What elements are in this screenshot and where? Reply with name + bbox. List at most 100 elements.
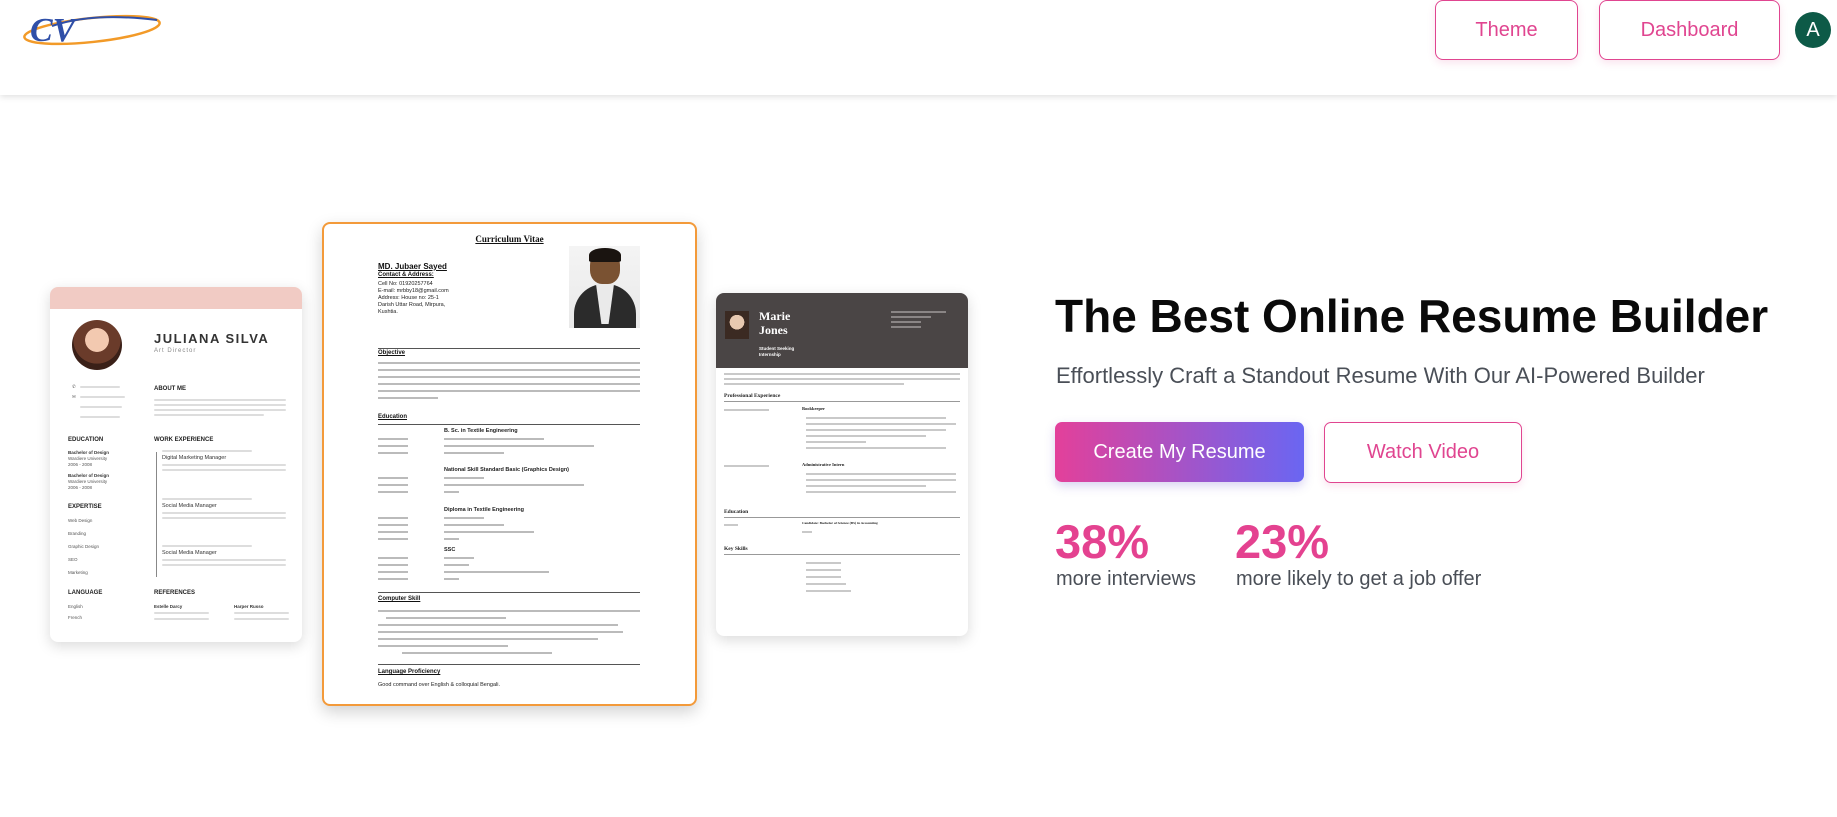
job-title: Social Media Manager (162, 550, 217, 556)
language-item: French (68, 615, 83, 620)
edu-years: 2006 - 2008 (68, 462, 93, 467)
cv-contact-heading: Contact & Address: (378, 272, 434, 278)
job-desc (162, 464, 286, 466)
job-desc (162, 517, 286, 519)
job-title: Social Media Manager (162, 503, 217, 509)
experience-heading: Professional Experience (724, 393, 781, 399)
expertise-item: SEO (68, 557, 78, 562)
objective-text (378, 369, 640, 371)
about-text (154, 399, 286, 401)
expertise-item: Branding (68, 531, 87, 536)
resume-name: JULIANA SILVA (154, 331, 270, 346)
edu-value (444, 571, 549, 573)
language-item: English (68, 604, 83, 609)
cv-title: Curriculum Vitae (475, 234, 544, 244)
edu-value (444, 452, 504, 454)
divider (724, 554, 960, 555)
job-desc (162, 559, 286, 561)
cv-edu-title: SSC (444, 547, 456, 553)
edu-label (378, 564, 408, 566)
skill-line (378, 631, 623, 633)
resume-header-band (716, 293, 968, 368)
about-text (154, 414, 264, 416)
edu-value (444, 538, 459, 540)
skill-item (806, 583, 846, 585)
divider (724, 517, 960, 518)
divider (378, 592, 640, 593)
cv-name: MD. Jubaer Sayed (378, 262, 447, 271)
work-heading: WORK EXPERIENCE (154, 437, 214, 443)
job-bullet (806, 423, 956, 425)
contact-line (80, 396, 125, 398)
expertise-item: Web Design (68, 518, 93, 523)
skills-heading: Key Skills (724, 546, 748, 552)
contact-line (891, 321, 921, 323)
objective-text (378, 383, 640, 385)
skill-item (806, 590, 851, 592)
mail-icon: ✉ (72, 394, 76, 399)
skill-item (806, 562, 841, 564)
user-avatar[interactable]: A (1795, 12, 1831, 48)
edu-value (444, 564, 469, 566)
summary-text (724, 378, 960, 380)
edu-label (378, 571, 408, 573)
dashboard-button[interactable]: Dashboard (1599, 0, 1780, 60)
job-title: Administrative Intern (802, 462, 845, 467)
resume-role: Art Director (154, 348, 197, 354)
cv-logo[interactable]: CV (12, 8, 162, 52)
watch-video-button[interactable]: Watch Video (1324, 422, 1522, 483)
job-bullet (806, 441, 866, 443)
expertise-item: Graphic Design (68, 544, 100, 549)
edu-label (378, 557, 408, 559)
edu-value (444, 438, 544, 440)
references-heading: REFERENCES (154, 590, 196, 596)
job-desc (162, 564, 286, 566)
edu-value (444, 517, 484, 519)
resume-header-band (50, 287, 302, 309)
cv-skill-heading: Computer Skill (378, 596, 421, 602)
job-bullet (806, 485, 926, 487)
job-title: Digital Marketing Manager (162, 455, 227, 461)
job-desc (162, 512, 286, 514)
edu-label (378, 484, 408, 486)
edu-value (444, 578, 459, 580)
top-navbar: CV Theme Dashboard A (0, 0, 1837, 95)
expertise-item: Marketing (68, 570, 88, 575)
theme-button[interactable]: Theme (1435, 0, 1578, 60)
page: CV Theme Dashboard A JULIANA SILVA Art D… (0, 0, 1837, 817)
edu-label (378, 491, 408, 493)
job-bullet (806, 435, 926, 437)
edu-label (378, 517, 408, 519)
skill-line (378, 645, 508, 647)
reference-detail (234, 618, 289, 620)
skill-line (386, 617, 506, 619)
job-dates (724, 409, 769, 411)
create-resume-button[interactable]: Create My Resume (1055, 422, 1304, 482)
stat-offer-value: 23% (1235, 515, 1330, 568)
resume-photo (725, 311, 749, 339)
job-bullet (806, 473, 956, 475)
job-meta (162, 545, 252, 547)
cv-education-heading: Education (378, 414, 408, 420)
resume-role-line: Internship (759, 351, 781, 357)
cv-language-heading: Language Proficiency (378, 669, 441, 675)
edu-detail (802, 531, 812, 533)
job-bullet (806, 491, 956, 493)
resume-template-cv[interactable]: Curriculum Vitae MD. Jubaer Sayed Contac… (322, 222, 697, 706)
job-dates (724, 465, 769, 467)
edu-value (444, 524, 504, 526)
job-title: Bookkeeper (802, 406, 825, 411)
job-bullet (806, 447, 946, 449)
contact-line (80, 416, 120, 418)
skill-item (806, 569, 841, 571)
cv-objective-heading: Objective (378, 350, 406, 356)
edu-label (378, 452, 408, 454)
resume-template-juliana[interactable]: JULIANA SILVA Art Director ✆ ✉ ABOUT ME … (50, 287, 302, 642)
objective-text (378, 362, 640, 364)
timeline-line (156, 452, 157, 577)
resume-template-marie[interactable]: Marie Jones Student Seeking Internship P… (716, 293, 968, 636)
job-meta (162, 450, 252, 452)
degree: Candidate: Bachelor of Science (BS) in A… (802, 521, 878, 525)
resume-role: Student Seeking Internship (759, 346, 794, 358)
contact-line (891, 316, 931, 318)
